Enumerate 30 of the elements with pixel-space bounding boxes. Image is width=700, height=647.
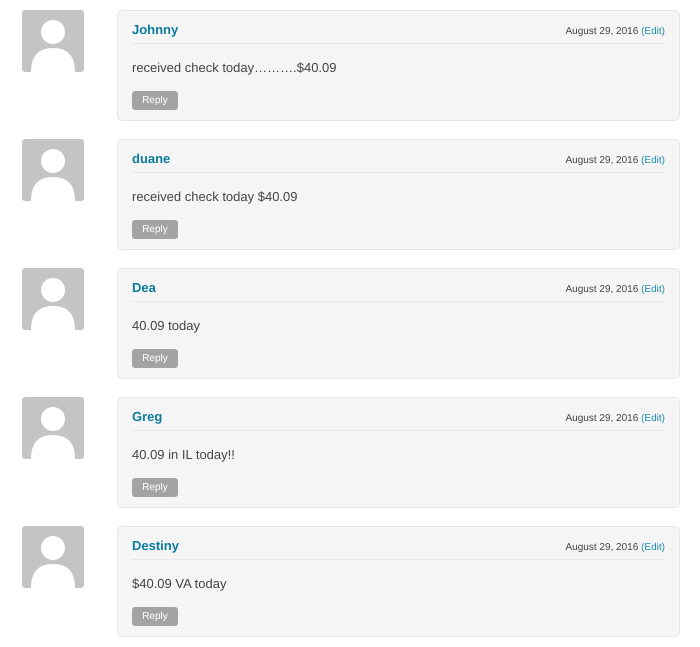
edit-link[interactable]: (Edit) [641,413,665,424]
reply-button[interactable]: Reply [132,349,178,368]
comment-text: 40.09 today [132,316,201,335]
comment-text: 40.09 in IL today!! [132,446,236,464]
edit-link[interactable]: (Edit) [641,155,665,166]
author-name[interactable]: Johnny [132,20,178,40]
avatar-icon [22,10,84,72]
comment-date: August 29, 2016 [565,284,638,295]
reply-button[interactable]: Reply [132,607,178,626]
author-name[interactable]: Destiny [132,536,179,556]
avatar-icon [22,268,84,330]
avatar-icon [22,526,84,588]
comment-date: August 29, 2016 [565,413,638,424]
edit-link[interactable]: (Edit) [641,26,665,37]
comment-date: August 29, 2016 [565,542,638,553]
author-name[interactable]: Greg [132,407,162,426]
comment-date: August 29, 2016 [565,155,638,166]
comment-text: received check today……….$40.09 [132,58,338,77]
author-name[interactable]: Dea [132,278,156,298]
author-name[interactable]: duane [132,149,170,168]
edit-link[interactable]: (Edit) [641,284,665,295]
edit-link[interactable]: (Edit) [641,542,665,553]
comment-date: August 29, 2016 [565,26,638,37]
reply-button[interactable]: Reply [132,220,178,239]
reply-button[interactable]: Reply [132,91,178,110]
avatar-icon [22,139,84,201]
comment-text: received check today $40.09 [132,188,298,206]
reply-button[interactable]: Reply [132,478,178,497]
comment-text: $40.09 VA today [132,574,228,593]
avatar-icon [22,397,84,459]
